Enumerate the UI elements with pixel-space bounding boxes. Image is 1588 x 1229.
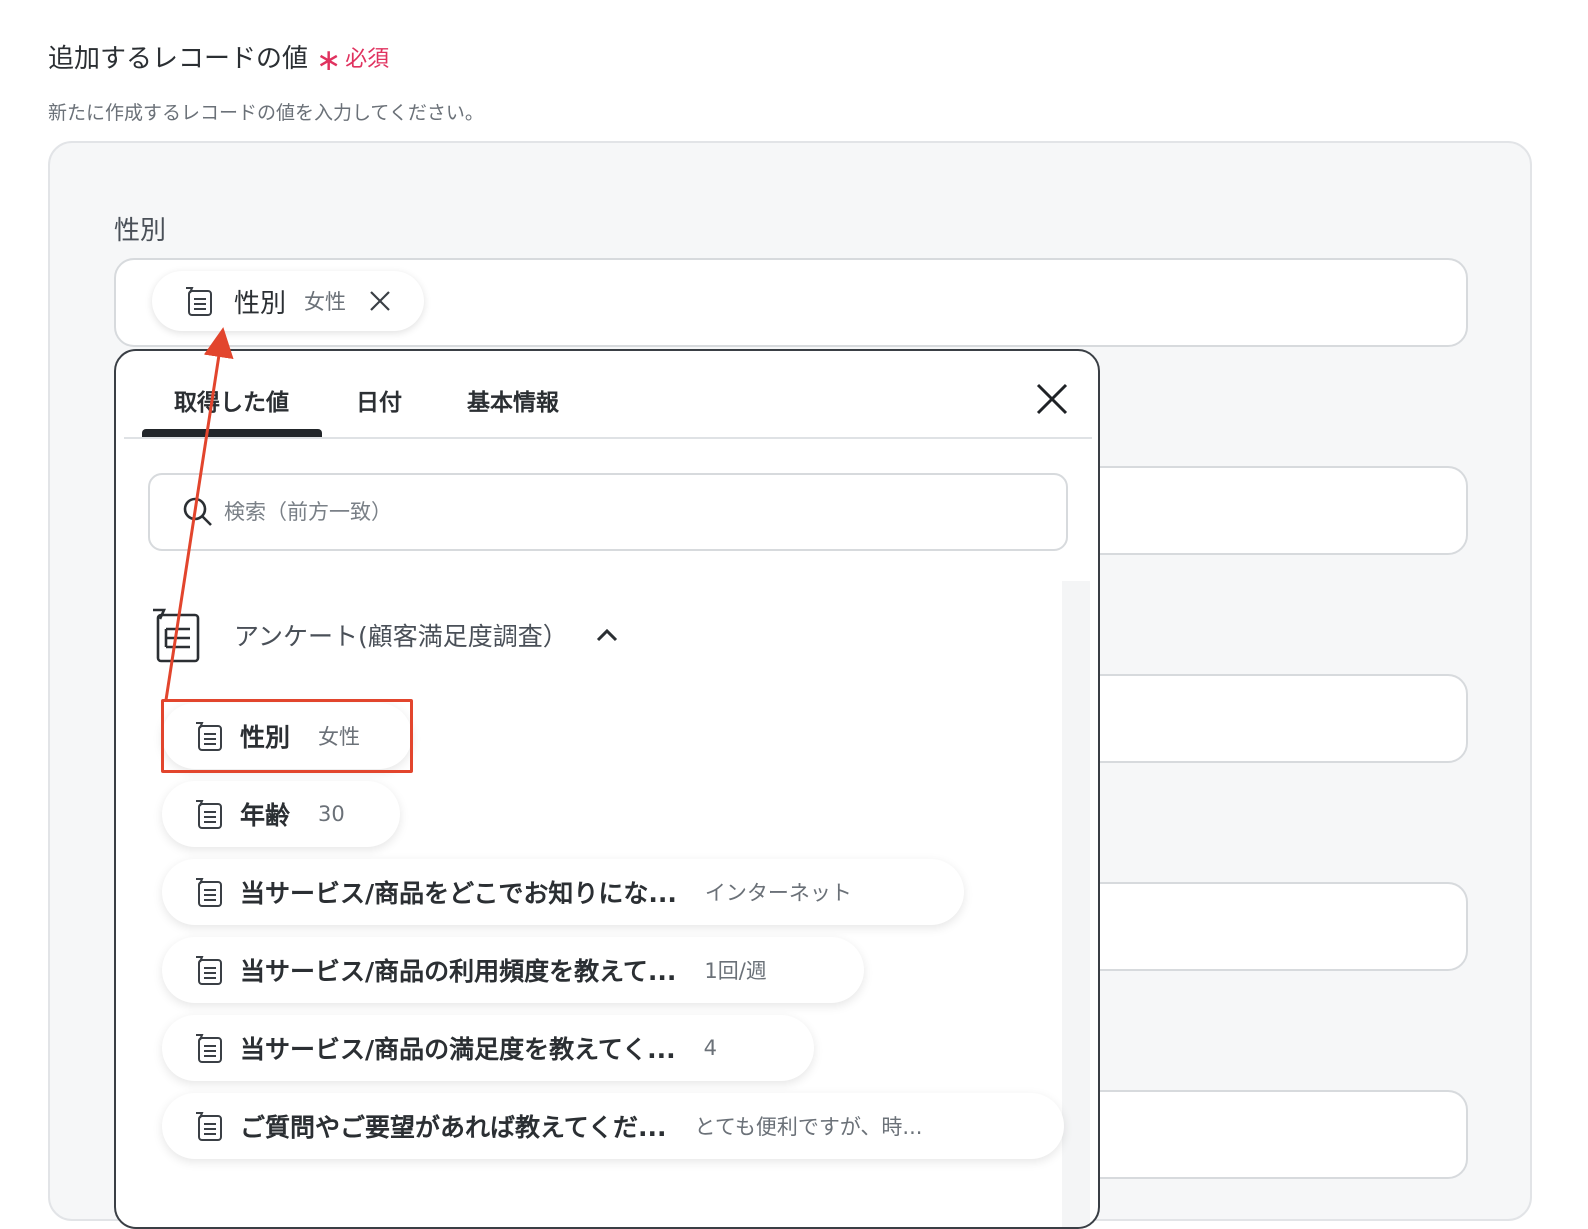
- search-icon: [182, 496, 214, 528]
- list-item[interactable]: 当サービス/商品をどこでお知りにな... インターネット: [162, 859, 964, 925]
- chip-label: 性別: [234, 288, 287, 319]
- item-label: 当サービス/商品の利用頻度を教えて...: [240, 957, 677, 986]
- section-title: 追加するレコードの値 ∗ 必須: [48, 38, 389, 75]
- list-scrollbar[interactable]: [1062, 581, 1090, 1227]
- chevron-up-icon[interactable]: [596, 628, 618, 642]
- tab-date[interactable]: 日付: [356, 383, 402, 417]
- form-icon: [192, 875, 226, 909]
- item-label: 当サービス/商品をどこでお知りにな...: [240, 879, 677, 908]
- form-icon: [192, 1031, 226, 1065]
- required-badge: ∗ 必須: [316, 41, 390, 78]
- chip-value: 女性: [304, 290, 347, 314]
- form-icon: [192, 797, 226, 831]
- section-description: 新たに作成するレコードの値を入力してください。: [48, 102, 484, 124]
- search-input[interactable]: [222, 499, 926, 525]
- item-value: 1回/週: [704, 959, 767, 983]
- form-icon: [182, 284, 216, 318]
- form-icon: [192, 719, 226, 753]
- form-icon: [192, 1109, 226, 1143]
- list-item[interactable]: 年齢 30: [162, 781, 400, 847]
- item-value: 女性: [318, 725, 361, 749]
- close-icon[interactable]: [1034, 381, 1070, 417]
- search-box[interactable]: [148, 473, 1068, 551]
- form-group-icon: [150, 607, 202, 663]
- list-item[interactable]: 性別 女性: [162, 703, 412, 769]
- item-label: 当サービス/商品の満足度を教えてく...: [240, 1035, 676, 1064]
- list-item[interactable]: ご質問やご要望があれば教えてくだ... とても便利ですが、時...: [162, 1093, 1064, 1159]
- item-value: インターネット: [704, 881, 852, 905]
- required-asterisk-icon: ∗: [316, 42, 342, 78]
- value-picker-popup: 取得した値 日付 基本情報 アンケート(顧客満足度調査） 性別 女性年齢 30 当サー…: [114, 349, 1100, 1229]
- item-label: ご質問やご要望があれば教えてくだ...: [240, 1113, 667, 1142]
- group-header-survey[interactable]: アンケート(顧客満足度調査）: [150, 607, 618, 663]
- form-icon: [192, 953, 226, 987]
- tab-basic-info[interactable]: 基本情報: [467, 383, 559, 417]
- chip-remove-icon[interactable]: [368, 289, 392, 313]
- item-label: 年齢: [240, 801, 291, 830]
- list-item[interactable]: 当サービス/商品の利用頻度を教えて... 1回/週: [162, 937, 864, 1003]
- item-value: 4: [703, 1036, 717, 1060]
- tabs-divider: [124, 437, 1092, 439]
- item-label: 性別: [240, 723, 291, 752]
- field-label-gender: 性別: [114, 216, 167, 246]
- gender-value-chip[interactable]: 性別 女性: [152, 271, 424, 331]
- list-item[interactable]: 当サービス/商品の満足度を教えてく... 4: [162, 1015, 814, 1081]
- section-title-text: 追加するレコードの値: [48, 44, 309, 74]
- item-value: とても便利ですが、時...: [694, 1115, 923, 1139]
- tab-retrieved-values[interactable]: 取得した値: [174, 383, 289, 417]
- active-tab-indicator: [142, 429, 322, 437]
- picker-tabs: 取得した値 日付 基本情報: [116, 351, 1098, 441]
- group-title: アンケート(顧客満足度調査）: [234, 622, 568, 651]
- required-label: 必須: [345, 46, 390, 72]
- item-value: 30: [318, 802, 345, 826]
